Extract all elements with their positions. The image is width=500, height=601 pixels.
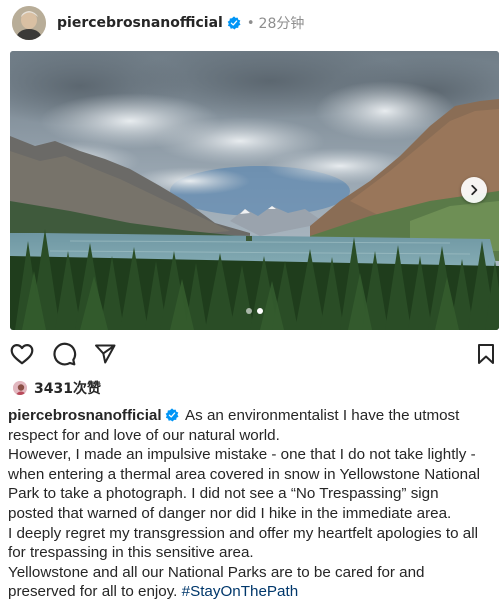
caption-text: I deeply regret my transgression and off…	[8, 524, 478, 542]
comment-button[interactable]	[50, 340, 78, 368]
bookmark-icon	[478, 344, 494, 364]
landscape-photo	[10, 51, 499, 330]
caption-username[interactable]: piercebrosnanofficial	[8, 407, 162, 424]
post-time[interactable]: 28分钟	[259, 13, 305, 33]
likes-row[interactable]: 3431次赞	[12, 378, 101, 398]
carousel-indicator	[10, 307, 499, 315]
post-actions	[0, 340, 500, 370]
hashtag-link[interactable]: #StayOnThePath	[182, 583, 299, 600]
likes-count[interactable]: 3431次赞	[34, 378, 101, 398]
caption-last-line: preserved for all to enjoy. #StayOnThePa…	[8, 582, 496, 601]
caption-text: As an environmentalist I have the utmost	[185, 407, 460, 424]
comment-bubble-icon	[53, 342, 77, 366]
verified-badge-icon	[227, 16, 241, 30]
caption-text: Yellowstone and all our National Parks a…	[8, 563, 425, 581]
share-button[interactable]	[91, 340, 119, 368]
carousel-dot	[257, 308, 263, 314]
caption-text: posted that warned of danger nor did I h…	[8, 504, 452, 522]
caption-text: preserved for all to enjoy.	[8, 583, 182, 601]
like-button[interactable]	[8, 340, 36, 368]
caption-text: However, I made an impulsive mistake - o…	[8, 446, 476, 464]
post-photo[interactable]	[10, 51, 499, 330]
caption-line-1: piercebrosnanofficial As an environmenta…	[8, 406, 496, 426]
carousel-dot	[246, 308, 252, 314]
chevron-right-icon	[471, 184, 478, 196]
verified-badge-icon	[165, 408, 179, 422]
caption-text: for trespassing in this sensitive area.	[8, 544, 254, 562]
paper-plane-icon	[95, 344, 116, 364]
caption-text: Park to take a photograph. I did not see…	[8, 485, 439, 503]
author-username[interactable]: piercebrosnanofficial	[57, 15, 223, 31]
carousel-next-button[interactable]	[461, 177, 487, 203]
post-caption: piercebrosnanofficial As an environmenta…	[8, 406, 496, 601]
liker-avatar	[12, 380, 28, 396]
author-avatar[interactable]	[12, 6, 46, 40]
separator-dot: •	[246, 15, 255, 31]
caption-text: when entering a thermal area covered in …	[8, 465, 480, 483]
post-header: piercebrosnanofficial • 28分钟	[0, 0, 500, 46]
save-button[interactable]	[472, 340, 500, 368]
caption-text: respect for and love of our natural worl…	[8, 426, 280, 444]
heart-icon	[10, 344, 34, 365]
